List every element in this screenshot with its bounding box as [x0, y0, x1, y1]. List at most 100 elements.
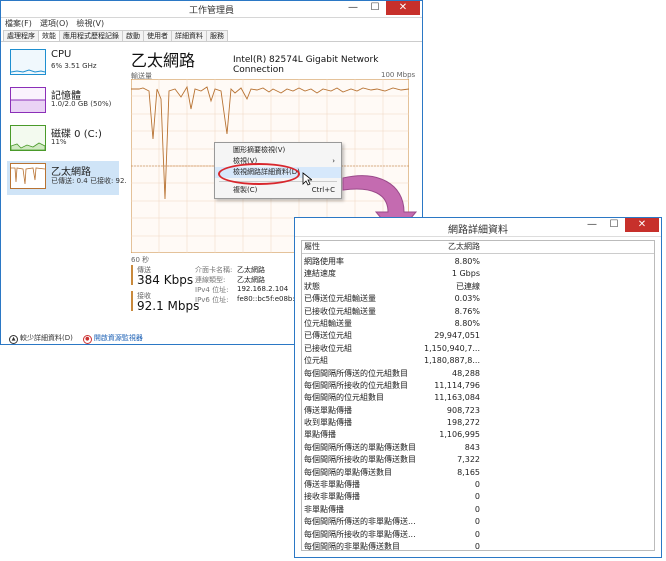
- details-table: 屬性 乙太網路 網路使用率 8.80% 連結速度 1 Gbps 狀態 已連線 已傳送位…: [301, 240, 655, 551]
- table-row[interactable]: 連結速度 1 Gbps: [302, 268, 654, 280]
- row-value: 1 Gbps: [451, 269, 480, 279]
- row-value: 1,106,995: [439, 430, 480, 440]
- ethernet-mini-graph: [11, 167, 46, 185]
- tab-app-history[interactable]: 應用程式歷程記錄: [59, 30, 123, 41]
- adapter-properties: 介面卡名稱: 乙太網路 連線類型: 乙太網路 IPv4 位址: 192.168.2.1…: [195, 265, 308, 305]
- ethernet-thumbnail: [10, 163, 46, 189]
- axis-label-max: 100 Mbps: [381, 71, 416, 79]
- table-row[interactable]: 每個間隔的單點傳送數目 8,165: [302, 467, 654, 479]
- row-key: 已接收位元組: [304, 343, 352, 353]
- tab-startup[interactable]: 啟動: [122, 30, 144, 41]
- memory-thumbnail: [10, 87, 46, 113]
- row-value: 0: [474, 480, 480, 490]
- sidebar-item-disk[interactable]: 磁碟 0 (C:) 11%: [7, 123, 119, 157]
- table-row[interactable]: 位元組 1,180,887,8...: [302, 355, 654, 367]
- row-key: 每個間隔的位元組數目: [304, 393, 384, 403]
- prop-key: IPv6 位址:: [195, 296, 229, 304]
- open-resource-monitor-link[interactable]: ● 開啟資源監視器: [82, 333, 143, 344]
- row-value: 198,272: [446, 418, 480, 428]
- table-row[interactable]: 已接收位元組輸送量 8.76%: [302, 306, 654, 318]
- prop-value: 乙太網路: [237, 266, 265, 274]
- table-row[interactable]: 收到單點傳播 198,272: [302, 417, 654, 429]
- row-key: 每個間隔所傳送的位元組數目: [304, 368, 408, 378]
- table-row[interactable]: 每個間隔的位元組數目 11,163,084: [302, 392, 654, 404]
- menu-file[interactable]: 檔案(F): [5, 18, 32, 30]
- disk-mini-graph: [10, 142, 46, 151]
- prop-key: IPv4 位址:: [195, 286, 229, 294]
- close-button[interactable]: ✕: [625, 218, 659, 232]
- row-value: 已連線: [456, 281, 480, 291]
- open-resource-monitor-label: 開啟資源監視器: [93, 334, 143, 342]
- row-value: 8,165: [457, 467, 480, 477]
- fewer-details-link[interactable]: ▲ 較少詳細資料(D): [9, 333, 73, 344]
- tab-services[interactable]: 服務: [206, 30, 228, 41]
- submenu-arrow-icon: ›: [332, 157, 335, 165]
- menu-item-label: 複製(C): [233, 186, 258, 194]
- row-key: 每個間隔所接收的單點傳送數目: [304, 455, 416, 465]
- row-value: 0: [474, 492, 480, 502]
- row-key: 傳送非單點傳播: [304, 480, 360, 490]
- table-row[interactable]: 每個間隔所傳送的位元組數目 48,288: [302, 368, 654, 380]
- mouse-cursor-icon: [302, 172, 312, 186]
- table-row[interactable]: 網路使用率 8.80%: [302, 256, 654, 268]
- row-value: 0: [474, 504, 480, 514]
- chevron-up-icon: ▲: [9, 335, 18, 344]
- minimize-button[interactable]: —: [342, 1, 364, 15]
- table-row[interactable]: 非單點傳播 0: [302, 504, 654, 516]
- table-row[interactable]: 接收非單點傳播 0: [302, 491, 654, 503]
- maximize-button[interactable]: ☐: [603, 218, 625, 232]
- menu-item-copy[interactable]: 複製(C) Ctrl+C: [215, 185, 341, 196]
- row-key: 網路使用率: [304, 257, 344, 266]
- tab-details[interactable]: 詳細資料: [171, 30, 207, 41]
- row-value: 0.03%: [454, 294, 480, 304]
- resource-monitor-icon: ●: [82, 335, 92, 344]
- row-value: 908,723: [446, 405, 480, 415]
- column-header-ethernet[interactable]: 乙太網路: [422, 241, 480, 253]
- menu-item-summary-view[interactable]: 圖形摘要檢視(V): [215, 145, 341, 156]
- row-value: 0: [474, 529, 480, 539]
- table-row[interactable]: 傳送非單點傳播 0: [302, 479, 654, 491]
- row-value: 0: [474, 541, 480, 551]
- close-button[interactable]: ✕: [386, 1, 420, 15]
- table-row[interactable]: 每個間隔所接收的位元組數目 11,114,796: [302, 380, 654, 392]
- table-row[interactable]: 狀態 已連線: [302, 281, 654, 293]
- row-value: 8.80%: [454, 257, 480, 266]
- maximize-button[interactable]: ☐: [364, 1, 386, 15]
- table-row[interactable]: 已接收位元組 1,150,940,7...: [302, 343, 654, 355]
- tab-processes[interactable]: 處理程序: [3, 30, 39, 41]
- row-value: 11,163,084: [434, 393, 480, 403]
- sidebar-item-sub: 11%: [51, 138, 67, 146]
- row-key: 每個間隔的單點傳送數目: [304, 467, 392, 477]
- table-row[interactable]: 每個間隔所接收的單點傳送數目 7,322: [302, 454, 654, 466]
- sidebar-item-ethernet[interactable]: 乙太網路 已傳送: 0.4 已接收: 92.: [7, 161, 127, 195]
- table-row[interactable]: 每個間隔所傳送的單點傳送數目 843: [302, 442, 654, 454]
- table-row[interactable]: 單點傳播 1,106,995: [302, 429, 654, 441]
- table-row[interactable]: 每個間隔所傳送的非單點傳送... 0: [302, 516, 654, 528]
- sidebar-item-sub: 6% 3.51 GHz: [51, 62, 97, 70]
- menu-bar: 檔案(F) 選項(O) 檢視(V): [1, 18, 422, 30]
- tab-performance[interactable]: 效能: [38, 30, 60, 41]
- minimize-button[interactable]: —: [581, 218, 603, 232]
- sidebar-item-sub: 1.0/2.0 GB (50%): [51, 100, 112, 108]
- menu-view[interactable]: 檢視(V): [76, 18, 104, 30]
- table-row[interactable]: 已傳送位元組輸送量 0.03%: [302, 293, 654, 305]
- table-row[interactable]: 傳送單點傳播 908,723: [302, 405, 654, 417]
- send-value: 384 Kbps: [137, 273, 194, 287]
- menu-shortcut: Ctrl+C: [311, 186, 335, 194]
- table-row[interactable]: 位元組輸送量 8.80%: [302, 318, 654, 330]
- performance-sidebar: CPU 6% 3.51 GHz 記憶體 1.0/2.0 GB (50%) 磁碟 …: [7, 47, 127, 199]
- menu-options[interactable]: 選項(O): [40, 18, 69, 30]
- sidebar-item-memory[interactable]: 記憶體 1.0/2.0 GB (50%): [7, 85, 119, 119]
- tab-strip: 處理程序 效能 應用程式歷程記錄 啟動 使用者 詳細資料 服務: [1, 30, 422, 42]
- table-row[interactable]: 每個間隔的非單點傳送數目 0: [302, 541, 654, 551]
- column-header-property[interactable]: 屬性: [302, 241, 422, 253]
- sidebar-item-cpu[interactable]: CPU 6% 3.51 GHz: [7, 47, 119, 81]
- table-row[interactable]: 已傳送位元組 29,947,051: [302, 330, 654, 342]
- row-key: 連結速度: [304, 269, 336, 279]
- table-header: 屬性 乙太網路: [302, 241, 654, 254]
- memory-mini-graph: [11, 99, 45, 112]
- prop-value: 192.168.2.104: [237, 285, 289, 293]
- row-key: 已接收位元組輸送量: [304, 306, 376, 316]
- table-row[interactable]: 每個間隔所接收的非單點傳送... 0: [302, 529, 654, 541]
- tab-users[interactable]: 使用者: [143, 30, 172, 41]
